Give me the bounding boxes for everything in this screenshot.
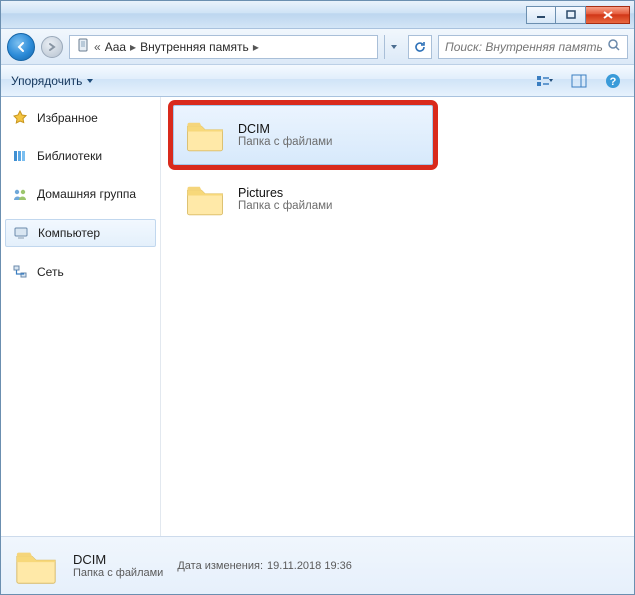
- help-button[interactable]: ?: [602, 70, 624, 92]
- explorer-window: « Aaa ▸ Внутренняя память ▸ Упорядочить: [0, 0, 635, 595]
- details-desc: Папка с файлами: [73, 567, 163, 579]
- device-icon: [76, 38, 90, 55]
- folder-icon: [184, 114, 226, 156]
- folder-icon: [13, 543, 59, 589]
- organize-label: Упорядочить: [11, 74, 82, 88]
- sidebar-item-libraries[interactable]: Библиотеки: [5, 143, 156, 169]
- details-meta-label: Дата изменения:: [177, 560, 263, 572]
- search-box[interactable]: [438, 35, 628, 59]
- folder-item-pictures[interactable]: Pictures Папка с файлами: [173, 169, 433, 229]
- chevron-right-icon: ▸: [130, 40, 136, 54]
- sidebar-item-network[interactable]: Сеть: [5, 259, 156, 285]
- refresh-button[interactable]: [408, 35, 432, 59]
- sidebar-item-label: Библиотеки: [37, 149, 102, 163]
- address-bar[interactable]: « Aaa ▸ Внутренняя память ▸: [69, 35, 378, 59]
- breadcrumb-part[interactable]: Aaa: [105, 40, 126, 54]
- navigation-pane: Избранное Библиотеки Домашняя группа Ком…: [1, 97, 161, 536]
- chevron-right-icon: ▸: [253, 40, 259, 54]
- sidebar-item-homegroup[interactable]: Домашняя группа: [5, 181, 156, 207]
- nav-bar: « Aaa ▸ Внутренняя память ▸: [1, 29, 634, 65]
- view-options-button[interactable]: [534, 70, 556, 92]
- maximize-button[interactable]: [556, 6, 586, 24]
- folder-desc: Папка с файлами: [238, 200, 332, 212]
- organize-menu[interactable]: Упорядочить: [11, 74, 94, 88]
- sidebar-item-favorites[interactable]: Избранное: [5, 105, 156, 131]
- body-area: Избранное Библиотеки Домашняя группа Ком…: [1, 97, 634, 536]
- folder-icon: [184, 178, 226, 220]
- breadcrumb-prefix: «: [94, 40, 101, 54]
- back-button[interactable]: [7, 33, 35, 61]
- search-input[interactable]: [445, 40, 603, 54]
- sidebar-item-label: Компьютер: [38, 226, 100, 240]
- close-button[interactable]: [586, 6, 630, 24]
- minimize-button[interactable]: [526, 6, 556, 24]
- folder-text: Pictures Папка с файлами: [238, 186, 332, 212]
- search-icon: [607, 38, 621, 55]
- sidebar-item-label: Домашняя группа: [37, 187, 136, 201]
- folder-text: DCIM Папка с файлами: [238, 122, 332, 148]
- titlebar: [1, 1, 634, 29]
- details-pane: DCIM Папка с файлами Дата изменения: 19.…: [1, 536, 634, 594]
- computer-icon: [12, 224, 30, 242]
- chevron-down-icon: [86, 74, 94, 88]
- command-bar: Упорядочить ?: [1, 65, 634, 97]
- sidebar-item-label: Сеть: [37, 265, 64, 279]
- svg-text:?: ?: [610, 76, 617, 88]
- details-meta-value: 19.11.2018 19:36: [267, 560, 352, 572]
- folder-item-dcim[interactable]: DCIM Папка с файлами: [173, 105, 433, 165]
- libraries-icon: [11, 147, 29, 165]
- network-icon: [11, 263, 29, 281]
- details-name: DCIM: [73, 552, 163, 567]
- breadcrumb-part[interactable]: Внутренняя память: [140, 40, 249, 54]
- preview-pane-button[interactable]: [568, 70, 590, 92]
- homegroup-icon: [11, 185, 29, 203]
- file-list[interactable]: DCIM Папка с файлами Pictures Папка с фа…: [161, 97, 634, 536]
- forward-button[interactable]: [41, 36, 63, 58]
- star-icon: [11, 109, 29, 127]
- address-history-dropdown[interactable]: [384, 35, 402, 59]
- folder-name: DCIM: [238, 122, 332, 136]
- folder-name: Pictures: [238, 186, 332, 200]
- folder-desc: Папка с файлами: [238, 136, 332, 148]
- sidebar-item-label: Избранное: [37, 111, 98, 125]
- sidebar-item-computer[interactable]: Компьютер: [5, 219, 156, 247]
